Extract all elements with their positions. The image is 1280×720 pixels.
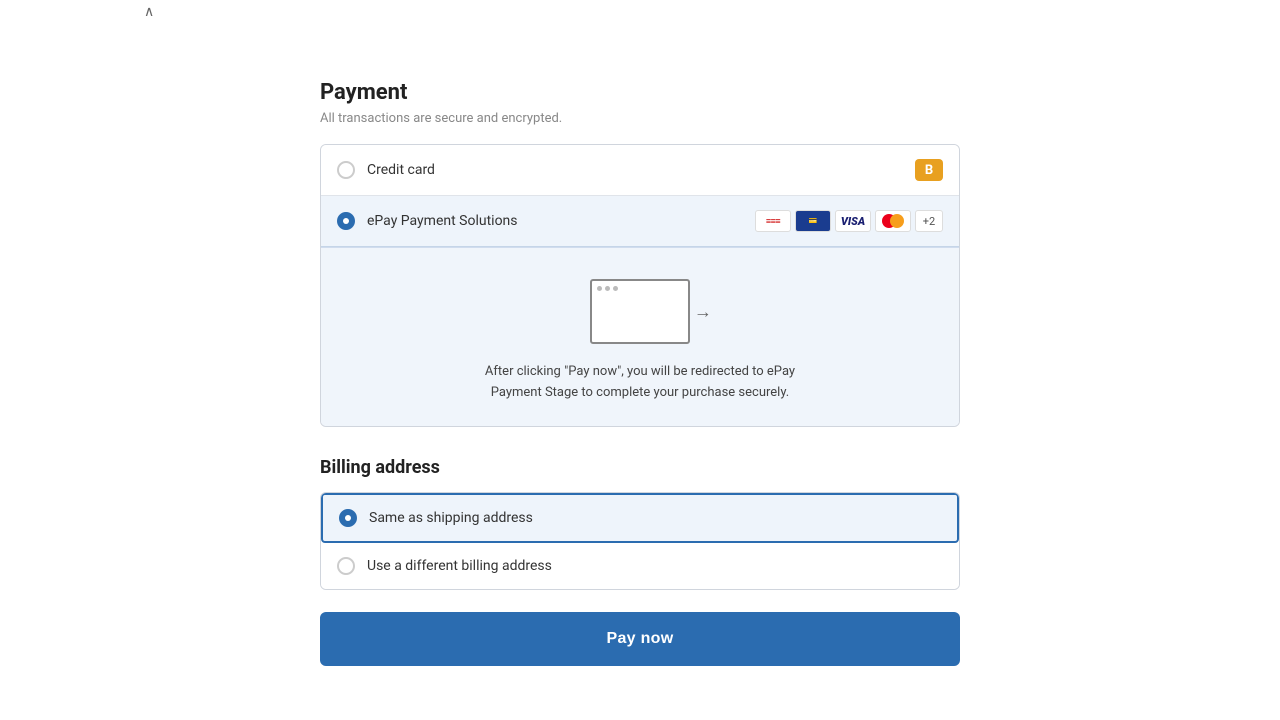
payment-option-credit-card[interactable]: Credit card B — [321, 145, 959, 196]
payment-section: Payment All transactions are secure and … — [320, 80, 960, 427]
b-icon: B — [915, 159, 943, 181]
stripe-icon: ≡≡≡ — [755, 210, 791, 232]
payment-option-epay[interactable]: ePay Payment Solutions ≡≡≡ 💳 VISA — [321, 196, 959, 247]
billing-options-container: Same as shipping address Use a different… — [320, 492, 960, 590]
payment-options-container: Credit card B ePay Payment Solutions ≡≡≡… — [320, 144, 960, 427]
redirect-arrow: → — [694, 301, 712, 322]
credit-card-label: Credit card — [367, 162, 915, 178]
epay-redirect-panel: → After clicking "Pay now", you will be … — [321, 247, 959, 426]
epay-label: ePay Payment Solutions — [367, 213, 755, 229]
same-address-label: Same as shipping address — [369, 510, 533, 526]
billing-option-different[interactable]: Use a different billing address — [321, 543, 959, 589]
credit-card-icons: B — [915, 159, 943, 181]
pay-now-button[interactable]: Pay now — [320, 612, 960, 666]
different-address-label: Use a different billing address — [367, 558, 552, 574]
billing-section: Billing address Same as shipping address… — [320, 457, 960, 590]
page-container: Payment All transactions are secure and … — [320, 0, 960, 706]
browser-illustration: → — [590, 279, 690, 344]
browser-window — [590, 279, 690, 344]
credit-card-radio[interactable] — [337, 161, 355, 179]
billing-option-same[interactable]: Same as shipping address — [321, 493, 959, 543]
mastercard-icon — [875, 210, 911, 232]
epay-icons: ≡≡≡ 💳 VISA +2 — [755, 210, 943, 232]
redirect-illustration: → — [590, 276, 690, 344]
browser-dot-1 — [597, 286, 602, 291]
browser-dots — [592, 281, 688, 291]
browser-dot-3 — [613, 286, 618, 291]
redirect-text: After clicking "Pay now", you will be re… — [485, 362, 795, 404]
visa-icon: VISA — [835, 210, 871, 232]
same-address-radio[interactable] — [339, 509, 357, 527]
payment-subtitle: All transactions are secure and encrypte… — [320, 111, 960, 126]
different-address-radio[interactable] — [337, 557, 355, 575]
blue-card-icon: 💳 — [795, 210, 831, 232]
payment-title: Payment — [320, 80, 960, 105]
collapse-icon[interactable]: ∧ — [144, 4, 154, 20]
browser-dot-2 — [605, 286, 610, 291]
more-cards-icon: +2 — [915, 210, 943, 232]
epay-radio[interactable] — [337, 212, 355, 230]
billing-title: Billing address — [320, 457, 960, 478]
